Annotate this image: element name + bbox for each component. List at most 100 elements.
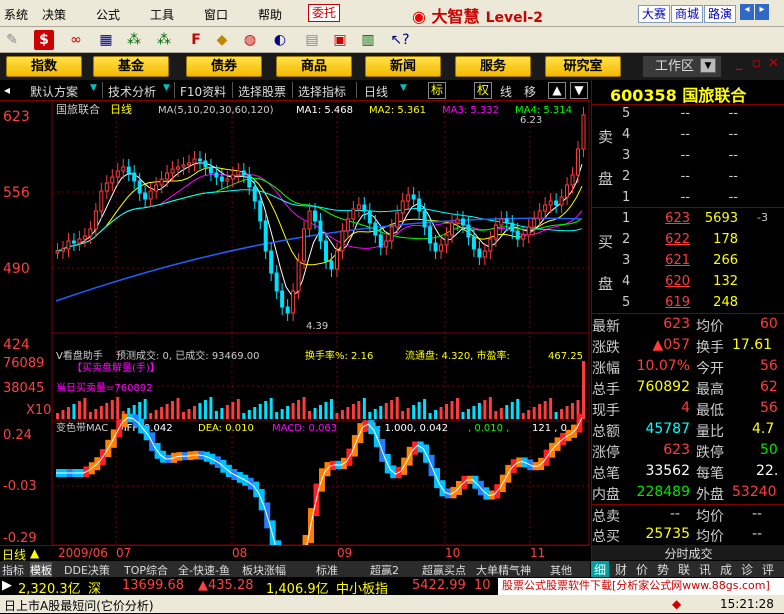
- prev-icon[interactable]: ◂: [4, 83, 10, 97]
- bottom-tab-5[interactable]: 板块涨幅: [242, 562, 286, 578]
- glasses-icon[interactable]: ∞: [66, 30, 86, 50]
- status-alert-icon[interactable]: ◆: [672, 597, 681, 611]
- side-tab-1[interactable]: 财: [612, 561, 630, 577]
- candle-body: [488, 238, 493, 252]
- tab-pick-indicator[interactable]: 选择指标: [298, 83, 346, 100]
- date-mode-icon[interactable]: ▲: [30, 546, 39, 560]
- category-service[interactable]: 服务: [455, 56, 531, 77]
- buy-row[interactable]: 2 622 178: [592, 232, 784, 253]
- macd-title: 变色带MAC: [56, 421, 108, 434]
- tab-scheme[interactable]: 默认方案: [30, 83, 78, 100]
- label-total-sell: 总卖: [592, 509, 620, 525]
- tab-move[interactable]: 移: [524, 83, 536, 100]
- window-icon[interactable]: ▣: [330, 30, 350, 50]
- tab-biao[interactable]: 标: [428, 82, 446, 99]
- zoom-out-icon[interactable]: ▼: [570, 82, 588, 99]
- stock-chart[interactable]: 623 556 490 424 国旅联合 日线 MA(5,10,20,30,60…: [0, 101, 590, 545]
- side-tab-5[interactable]: 讯: [696, 561, 714, 577]
- scheme-dropdown-icon[interactable]: ▼: [90, 83, 97, 93]
- ad-banner[interactable]: 股票公式股票软件下载[分析家公式网www.88gs.com]: [498, 578, 784, 595]
- side-tab-4[interactable]: 联: [675, 561, 693, 577]
- bottom-tab-1[interactable]: 模板: [30, 562, 52, 578]
- candle-body: [115, 170, 120, 178]
- category-index[interactable]: 指数: [6, 56, 82, 77]
- bottom-tab-3[interactable]: TOP综合: [124, 562, 168, 578]
- menu-formula[interactable]: 公式: [96, 6, 120, 23]
- candle-body: [225, 178, 230, 182]
- grid-icon[interactable]: ▦: [96, 30, 116, 50]
- side-tab-6[interactable]: 成: [717, 561, 735, 577]
- books-icon[interactable]: ▥: [358, 30, 378, 50]
- weituo-button[interactable]: 委托: [308, 4, 340, 22]
- category-commodity[interactable]: 商品: [276, 56, 352, 77]
- menu-help[interactable]: 帮助: [258, 6, 282, 23]
- category-news[interactable]: 新闻: [365, 56, 441, 77]
- tab-tech-analysis[interactable]: 技术分析: [108, 83, 156, 100]
- vol-float: 流通盘: 4.320, 市盈率:: [405, 349, 510, 362]
- buy-row[interactable]: 4 620 132: [592, 274, 784, 295]
- side-tab-2[interactable]: 价: [633, 561, 651, 577]
- tech-dropdown-icon[interactable]: ▼: [163, 83, 170, 93]
- category-bond[interactable]: 债券: [186, 56, 262, 77]
- dollar-icon[interactable]: $: [34, 30, 54, 50]
- diamond-icon[interactable]: ◆: [212, 30, 232, 50]
- scroll-left-icon[interactable]: ◂: [740, 4, 754, 20]
- close-icon[interactable]: ✕: [768, 56, 779, 71]
- menu-decision[interactable]: 决策: [42, 6, 66, 23]
- menu-window[interactable]: 窗口: [204, 6, 228, 23]
- candle-body: [154, 184, 159, 192]
- tab-pick-stock[interactable]: 选择股票: [238, 83, 286, 100]
- sell-row[interactable]: 5 -- --: [592, 106, 784, 127]
- minimize-icon[interactable]: _: [736, 56, 743, 71]
- tree-icon[interactable]: ⁂: [154, 30, 174, 50]
- category-fund[interactable]: 基金: [93, 56, 169, 77]
- bottom-tab-7[interactable]: 超赢2: [370, 562, 399, 578]
- bottom-tab-0[interactable]: 指标: [2, 562, 24, 578]
- tab-period[interactable]: 日线: [364, 83, 388, 100]
- bottom-tab-9[interactable]: 大单精气神: [476, 562, 531, 578]
- bottom-tab-10[interactable]: 其他: [550, 562, 572, 578]
- category-research[interactable]: 研究室: [545, 56, 621, 77]
- side-tab-0[interactable]: 细: [591, 561, 609, 577]
- restore-icon[interactable]: ▫: [752, 56, 761, 71]
- candle-body: [285, 306, 290, 314]
- buy-row[interactable]: 3 621 266: [592, 253, 784, 274]
- side-tab-3[interactable]: 势: [654, 561, 672, 577]
- fenshi-tab[interactable]: 分时成交: [592, 545, 784, 561]
- zoom-in-icon[interactable]: ▲: [548, 82, 566, 99]
- menu-tools[interactable]: 工具: [150, 6, 174, 23]
- scroll-right-icon[interactable]: ▸: [755, 4, 769, 20]
- chart-icon[interactable]: ◐: [270, 30, 290, 50]
- tab-quan[interactable]: 权: [474, 82, 492, 99]
- menu-system[interactable]: 系统: [4, 6, 28, 23]
- side-tab-7[interactable]: 诊: [738, 561, 756, 577]
- tab-contest[interactable]: 大赛: [638, 5, 671, 23]
- candle-body: [576, 148, 581, 176]
- volume-bar: [395, 397, 399, 419]
- network-icon[interactable]: ⁂: [124, 30, 144, 50]
- ruler-icon[interactable]: ✎: [2, 30, 22, 50]
- bottom-tab-2[interactable]: DDE决策: [64, 562, 110, 578]
- period-dropdown-icon[interactable]: ▼: [400, 83, 407, 93]
- candle-body: [559, 196, 564, 206]
- doc-icon[interactable]: ▤: [302, 30, 322, 50]
- bottom-tab-6[interactable]: 标准: [316, 562, 338, 578]
- candle-body: [334, 250, 339, 270]
- date-label-2: 08: [232, 546, 248, 560]
- bottom-tab-8[interactable]: 超赢买点: [422, 562, 466, 578]
- bottom-tab-4[interactable]: 全-快速-鱼: [178, 562, 230, 578]
- sell-row[interactable]: 2 -- --: [592, 169, 784, 190]
- help-pointer-icon[interactable]: ↖?: [390, 30, 410, 50]
- tab-f10[interactable]: F10资料: [180, 83, 226, 100]
- tab-line[interactable]: 线: [500, 83, 512, 100]
- buy-row[interactable]: 1 623 5693 -3: [592, 211, 784, 232]
- workspace-dropdown-icon[interactable]: ▼: [700, 58, 716, 73]
- tab-roadshow[interactable]: 路演: [704, 5, 737, 23]
- price: 623: [665, 211, 690, 226]
- sell-row[interactable]: 4 -- --: [592, 127, 784, 148]
- tab-mall[interactable]: 商城: [671, 5, 704, 23]
- side-tab-8[interactable]: 评: [759, 561, 777, 577]
- circle-icon[interactable]: ◍: [240, 30, 260, 50]
- f10-icon[interactable]: F: [186, 30, 206, 50]
- sell-row[interactable]: 3 -- --: [592, 148, 784, 169]
